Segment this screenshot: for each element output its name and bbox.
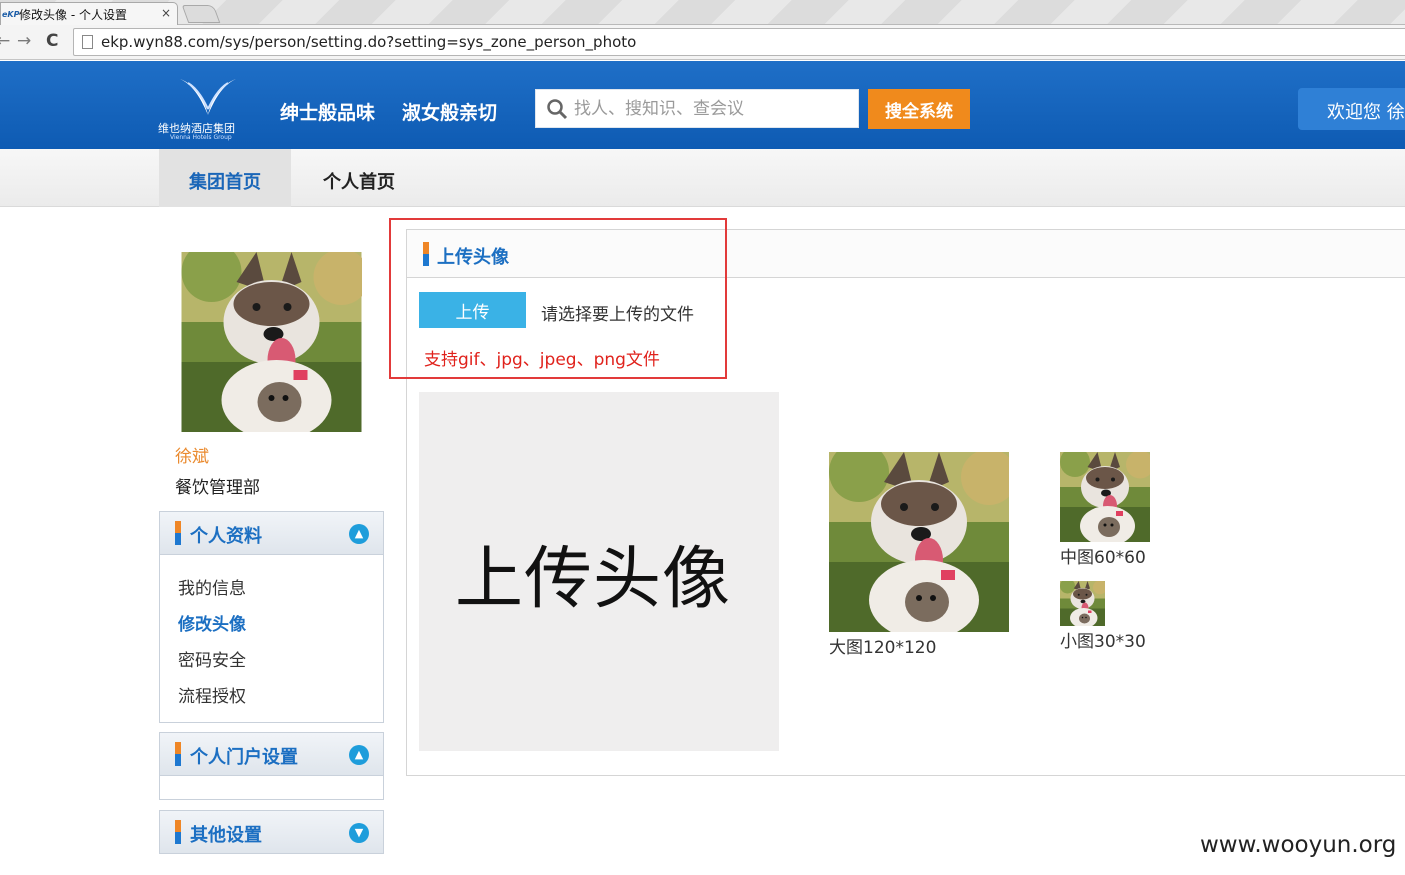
medium-avatar-image	[1060, 452, 1150, 542]
user-department: 餐饮管理部	[175, 478, 260, 498]
avatar-crop-preview[interactable]: 上传头像	[419, 392, 779, 751]
search-box[interactable]	[535, 89, 859, 128]
panel-other-settings-header[interactable]: 其他设置 ▼	[159, 810, 384, 854]
large-avatar-preview	[829, 452, 1009, 632]
panel-accent-bar	[175, 742, 181, 766]
chevron-up-icon[interactable]: ▲	[349, 745, 369, 765]
site-header: 维也纳酒店集团 Vienna Hotels Group 绅士般品味 淑女般亲切 …	[0, 61, 1405, 149]
medium-avatar-preview	[1060, 452, 1150, 542]
page-icon	[82, 35, 93, 49]
panel-portal-settings-body	[159, 776, 384, 800]
welcome-user[interactable]: 欢迎您 徐	[1298, 88, 1405, 130]
panel-title: 其他设置	[190, 825, 262, 846]
preview-placeholder-text: 上传头像	[455, 540, 732, 619]
menu-item-password-security[interactable]: 密码安全	[178, 646, 246, 671]
watermark-text: www.wooyun.org	[1200, 832, 1397, 858]
panel-title: 个人资料	[190, 526, 262, 547]
slogan-gentleman: 绅士般品味	[280, 102, 376, 124]
menu-item-change-avatar[interactable]: 修改头像	[178, 610, 246, 635]
avatar	[181, 252, 362, 432]
panel-accent-bar	[175, 521, 181, 545]
panel-accent-bar	[175, 820, 181, 844]
panel-personal-info-header[interactable]: 个人资料 ▲	[159, 511, 384, 555]
small-avatar-image	[1060, 581, 1105, 626]
small-avatar-preview	[1060, 581, 1105, 626]
small-size-label: 小图30*30	[1060, 632, 1146, 652]
browser-tab[interactable]: eKP 修改头像 - 个人设置 ×	[0, 2, 178, 25]
close-tab-icon[interactable]: ×	[161, 6, 171, 20]
chevron-up-icon[interactable]: ▲	[349, 524, 369, 544]
search-input[interactable]	[574, 98, 844, 119]
menu-item-workflow-auth[interactable]: 流程授权	[178, 682, 246, 707]
new-tab-button[interactable]	[181, 5, 221, 23]
slogan-lady: 淑女般亲切	[402, 102, 498, 124]
address-bar[interactable]: ekp.wyn88.com/sys/person/setting.do?sett…	[73, 28, 1405, 56]
large-size-label: 大图120*120	[829, 638, 937, 658]
search-icon	[547, 98, 568, 119]
menu-item-my-info[interactable]: 我的信息	[178, 574, 246, 599]
url-text: ekp.wyn88.com/sys/person/setting.do?sett…	[101, 33, 637, 51]
panel-title: 个人门户设置	[190, 747, 298, 768]
forward-arrow-icon[interactable]: →	[17, 31, 31, 51]
chevron-down-icon[interactable]: ▼	[349, 823, 369, 843]
main-nav: 集团首页 个人首页	[0, 149, 1405, 207]
back-arrow-icon[interactable]: ←	[0, 31, 10, 51]
upload-button[interactable]: 上传	[419, 292, 526, 328]
nav-tab-personal-home[interactable]: 个人首页	[293, 149, 425, 207]
file-select-hint: 请选择要上传的文件	[541, 305, 694, 325]
panel-portal-settings-header[interactable]: 个人门户设置 ▲	[159, 732, 384, 776]
avatar-photo	[181, 252, 362, 432]
site-favicon-icon: eKP	[2, 9, 20, 19]
browser-toolbar: ← → C ekp.wyn88.com/sys/person/setting.d…	[0, 25, 1405, 60]
panel-personal-info-body: 我的信息 修改头像 密码安全 流程授权	[159, 555, 384, 723]
browser-tabstrip: eKP 修改头像 - 个人设置 ×	[0, 0, 1405, 25]
nav-tab-group-home[interactable]: 集团首页	[159, 149, 291, 207]
large-avatar-image	[829, 452, 1009, 632]
logo-subtitle: Vienna Hotels Group	[170, 134, 232, 141]
company-logo[interactable]: 维也纳酒店集团 Vienna Hotels Group	[158, 71, 258, 141]
medium-size-label: 中图60*60	[1060, 548, 1146, 568]
search-all-button[interactable]: 搜全系统	[868, 89, 970, 129]
user-name[interactable]: 徐斌	[175, 442, 209, 467]
tab-title: 修改头像 - 个人设置	[19, 7, 127, 22]
reload-icon[interactable]: C	[46, 31, 58, 51]
supported-formats-hint: 支持gif、jpg、jpeg、png文件	[424, 350, 660, 370]
logo-wings-icon	[180, 79, 236, 115]
